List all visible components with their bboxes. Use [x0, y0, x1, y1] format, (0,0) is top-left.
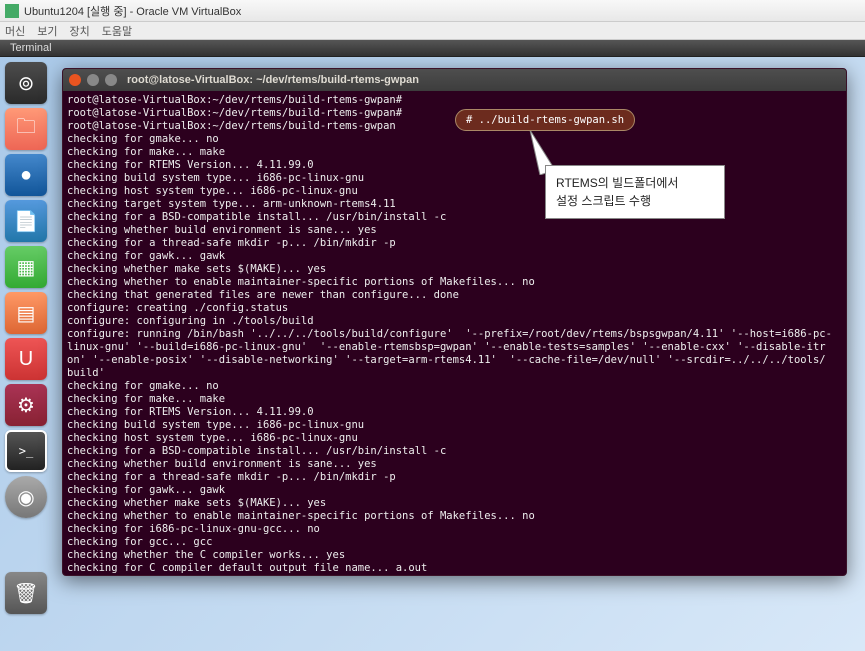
- settings-icon[interactable]: ⚙: [5, 384, 47, 426]
- virtualbox-icon: [5, 4, 19, 18]
- calc-icon[interactable]: ▦: [5, 246, 47, 288]
- close-button[interactable]: [69, 74, 81, 86]
- terminal-tab-bar: Terminal: [0, 40, 865, 57]
- writer-icon[interactable]: 📄: [5, 200, 47, 242]
- terminal-output[interactable]: root@latose-VirtualBox:~/dev/rtems/build…: [63, 91, 846, 576]
- highlighted-command: # ../build-rtems-gwpan.sh: [455, 109, 635, 131]
- ubuntu-menubar: 머신 보기 장치 도움말: [0, 22, 865, 40]
- terminal-icon[interactable]: >_: [5, 430, 47, 472]
- menu-device[interactable]: 장치: [70, 23, 90, 39]
- virtualbox-titlebar: Ubuntu1204 [실행 중] - Oracle VM VirtualBox: [0, 0, 865, 22]
- minimize-button[interactable]: [87, 74, 99, 86]
- menu-help[interactable]: 도움말: [102, 23, 132, 39]
- impress-icon[interactable]: ▤: [5, 292, 47, 334]
- terminal-window: root@latose-VirtualBox: ~/dev/rtems/buil…: [62, 68, 847, 576]
- unity-launcher: ⊚ 🗀 ● 📄 ▦ ▤ U ⚙ >_ ◉ 🗑: [5, 58, 53, 618]
- terminal-tab-label: Terminal: [10, 42, 52, 54]
- annotation-box: RTEMS의 빌드폴더에서 설정 스크립트 수행: [545, 165, 725, 219]
- files-icon[interactable]: 🗀: [5, 108, 47, 150]
- annotation-line1: RTEMS의 빌드폴더에서: [556, 174, 714, 192]
- terminal-title: root@latose-VirtualBox: ~/dev/rtems/buil…: [127, 74, 419, 86]
- annotation-line2: 설정 스크립트 수행: [556, 192, 714, 210]
- firefox-icon[interactable]: ●: [5, 154, 47, 196]
- menu-view[interactable]: 보기: [37, 23, 57, 39]
- disk-icon[interactable]: ◉: [5, 476, 47, 518]
- menu-machine[interactable]: 머신: [5, 23, 25, 39]
- window-title: Ubuntu1204 [실행 중] - Oracle VM VirtualBox: [24, 3, 241, 19]
- terminal-header: root@latose-VirtualBox: ~/dev/rtems/buil…: [63, 69, 846, 91]
- software-icon[interactable]: U: [5, 338, 47, 380]
- dash-icon[interactable]: ⊚: [5, 62, 47, 104]
- maximize-button[interactable]: [105, 74, 117, 86]
- trash-icon[interactable]: 🗑: [5, 572, 47, 614]
